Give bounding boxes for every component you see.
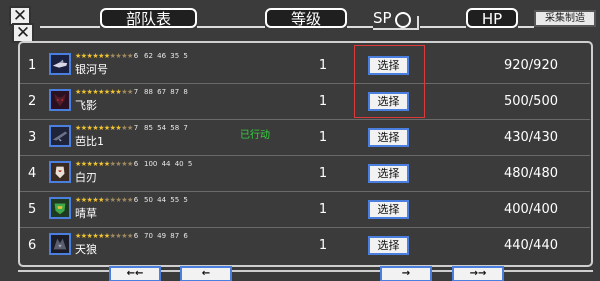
sp-circle-icon: [395, 12, 411, 28]
star-rating-level: 7: [133, 88, 138, 96]
star-rating-level: 6: [133, 196, 138, 204]
unit-stats: 50 44 55 5: [144, 196, 188, 204]
unit-stats: 85 54 58 7: [144, 124, 188, 132]
level-column-label: 等级: [290, 10, 321, 28]
star-rating-empty: ★★★★: [109, 232, 134, 240]
star-rating-empty: ★★: [121, 88, 133, 96]
hp-column-label: HP: [481, 10, 503, 28]
star-rating: ★★★★★★★★★★6: [75, 160, 138, 169]
header-divider: [40, 26, 100, 28]
unit-row[interactable]: 4 ★★★★★★★★★★6 100 44 40 5 白刃 1 选择 480/480: [20, 156, 590, 192]
unit-level: 1: [318, 202, 328, 217]
mecha-head-icon: [49, 89, 71, 111]
unit-index: 5: [28, 202, 37, 217]
hp-column-header[interactable]: HP: [466, 8, 518, 28]
unit-index: 2: [28, 94, 37, 109]
unit-row[interactable]: 2 ★★★★★★★★★★7 88 67 87 8 飞影 1 选择 500/500: [20, 84, 590, 120]
star-rating: ★★★★★★★★★★7: [75, 124, 138, 133]
unit-hp: 430/430: [503, 130, 558, 145]
select-button[interactable]: 选择: [368, 164, 409, 183]
unit-level: 1: [318, 94, 328, 109]
header-divider: [197, 26, 265, 28]
unit-name: 芭比1: [75, 135, 104, 148]
star-rating-empty: ★★★★: [109, 160, 134, 168]
unit-hp: 400/400: [503, 202, 558, 217]
first-page-button[interactable]: ←←: [109, 266, 161, 281]
header-divider: [420, 26, 466, 28]
green-mecha-icon: [49, 197, 71, 219]
last-page-button[interactable]: →→: [452, 266, 504, 281]
unit-row[interactable]: 1 ★★★★★★★★★★6 62 46 35 5 银河号 1 选择 920/920: [20, 48, 590, 84]
close-button[interactable]: ✕: [12, 23, 34, 43]
close-buttons: ✕ ✕: [3, 3, 37, 43]
star-rating-filled: ★★★★★★★★: [75, 124, 122, 132]
unit-name: 白刃: [75, 171, 97, 184]
sp-column-header[interactable]: SP: [373, 8, 420, 30]
star-rating: ★★★★★★★★★★6: [75, 196, 138, 205]
select-button[interactable]: 选择: [368, 200, 409, 219]
page-title: 部队表: [100, 8, 197, 28]
unit-name: 晴草: [75, 207, 97, 220]
star-rating-filled: ★★★★★★: [75, 52, 110, 60]
white-mecha-icon: [49, 161, 71, 183]
unit-name: 银河号: [75, 63, 108, 76]
unit-level: 1: [318, 130, 328, 145]
selection-highlight: [354, 45, 425, 118]
unit-hp: 920/920: [503, 58, 558, 73]
level-column-header[interactable]: 等级: [265, 8, 347, 28]
unit-level: 1: [318, 238, 328, 253]
unit-name: 飞影: [75, 99, 97, 112]
unit-row[interactable]: 6 ★★★★★★★★★★6 70 49 87 6 天狼 1 选择 440/440: [20, 228, 590, 264]
unit-name: 天狼: [75, 243, 97, 256]
unit-hp: 440/440: [503, 238, 558, 253]
header-divider: [347, 26, 373, 28]
star-rating-level: 6: [133, 160, 138, 168]
unit-stats: 70 49 87 6: [144, 232, 188, 240]
star-rating: ★★★★★★★★★★6: [75, 232, 138, 241]
select-button[interactable]: 选择: [368, 128, 409, 147]
wolf-mecha-icon: [49, 233, 71, 255]
craft-button[interactable]: 采集制造: [534, 10, 596, 27]
star-rating-filled: ★★★★★: [75, 196, 104, 204]
unit-level: 1: [318, 166, 328, 181]
unit-row[interactable]: 3 ★★★★★★★★★★7 85 54 58 7 芭比1 已行动 1 选择 430/430: [20, 120, 590, 156]
unit-stats: 88 67 87 8: [144, 88, 188, 96]
star-rating-empty: ★★: [121, 124, 133, 132]
star-rating-level: 6: [133, 232, 138, 240]
unit-status: 已行动: [240, 130, 270, 141]
unit-index: 3: [28, 130, 37, 145]
next-page-button[interactable]: →: [380, 266, 432, 281]
prev-page-button[interactable]: ←: [180, 266, 232, 281]
jet-icon: [49, 125, 71, 147]
unit-stats: 100 44 40 5: [144, 160, 193, 168]
unit-row[interactable]: 5 ★★★★★★★★★★6 50 44 55 5 晴草 1 选择 400/400: [20, 192, 590, 228]
star-rating: ★★★★★★★★★★6: [75, 52, 138, 61]
star-rating-level: 6: [133, 52, 138, 60]
star-rating-empty: ★★★★: [109, 52, 134, 60]
unit-index: 6: [28, 238, 37, 253]
page-title-label: 部队表: [125, 10, 171, 28]
star-rating-level: 7: [133, 124, 138, 132]
star-rating-empty: ★★★★★: [103, 196, 133, 204]
unit-level: 1: [318, 58, 328, 73]
star-rating-filled: ★★★★★★: [75, 232, 110, 240]
header-divider: [518, 26, 534, 28]
unit-index: 1: [28, 58, 37, 73]
unit-list-screen: ✕ ✕ 部队表 等级 SP HP 采集制造 1 ★★★★★★★★★★6 62 46 …: [0, 0, 600, 281]
star-rating-filled: ★★★★★★: [75, 160, 110, 168]
unit-hp: 480/480: [503, 166, 558, 181]
select-button[interactable]: 选择: [368, 236, 409, 255]
star-rating: ★★★★★★★★★★7: [75, 88, 138, 97]
unit-stats: 62 46 35 5: [144, 52, 188, 60]
star-rating-filled: ★★★★★★★★: [75, 88, 122, 96]
unit-hp: 500/500: [503, 94, 558, 109]
starship-icon: [49, 53, 71, 75]
unit-index: 4: [28, 166, 37, 181]
footer-divider: [18, 270, 593, 272]
sp-column-label: SP: [373, 9, 392, 27]
